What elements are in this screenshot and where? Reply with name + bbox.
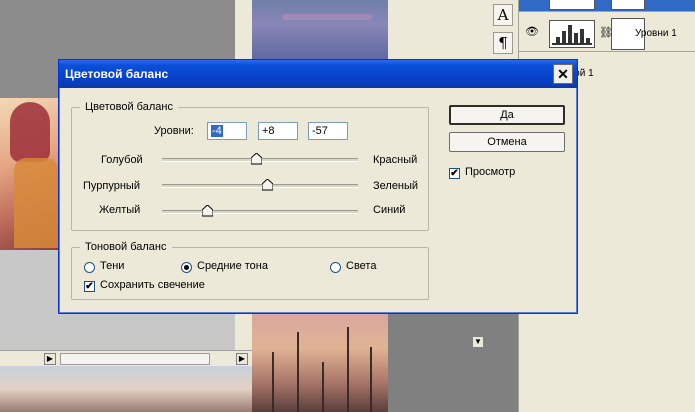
document-vertical-scrollbar-lower[interactable]: ▼: [235, 314, 484, 350]
tone-balance-group: Тоновой баланс: [71, 241, 429, 300]
layer-row-levels[interactable]: 👁 ⛓ Уровни 1: [519, 14, 695, 52]
shadows-radio[interactable]: [84, 262, 95, 273]
shadows-label: Тени: [100, 260, 125, 272]
scroll-thumb[interactable]: [60, 353, 210, 365]
image-figure-coat: [14, 158, 58, 248]
slider-right-label-blue: Синий: [373, 204, 406, 216]
scroll-right-arrow-icon[interactable]: ▶: [236, 353, 248, 365]
ok-button[interactable]: Да: [449, 105, 565, 125]
level-yellow-blue-input[interactable]: -57: [308, 122, 348, 140]
image-figure-hair: [10, 102, 50, 162]
color-balance-dialog: Цветовой баланс ✕ Цветовой баланс Уровни…: [58, 59, 578, 314]
adjustment-thumbnail: [549, 0, 595, 10]
slider-thumb[interactable]: [261, 179, 273, 191]
grass-stalk: [322, 362, 324, 412]
slider-track: [162, 184, 358, 188]
preserve-luminosity-label: Сохранить свечение: [100, 279, 205, 291]
preserve-luminosity-checkbox[interactable]: ✔: [84, 281, 95, 292]
text-tool-button[interactable]: A: [493, 4, 513, 26]
cyan-red-slider[interactable]: [162, 153, 358, 167]
grass-stalk: [347, 327, 349, 412]
layer-row-selected[interactable]: [519, 0, 695, 12]
cloud-streak: [282, 14, 372, 20]
levels-histogram-icon: [549, 20, 595, 48]
slider-left-label-cyan: Голубой: [101, 154, 143, 166]
grass-stalk: [297, 332, 299, 412]
slider-thumb[interactable]: [250, 153, 262, 165]
level-cyan-red-input[interactable]: -4: [207, 122, 247, 140]
levels-label: Уровни:: [154, 125, 194, 137]
close-icon[interactable]: ✕: [553, 64, 573, 84]
level-magenta-green-input[interactable]: +8: [258, 122, 298, 140]
eye-icon[interactable]: 👁: [525, 26, 539, 38]
grass-stalk: [370, 347, 372, 412]
dialog-titlebar[interactable]: Цветовой баланс ✕: [59, 60, 577, 88]
preview-label: Просмотр: [465, 166, 516, 178]
document-horizontal-scrollbar[interactable]: ▶ ▶: [0, 350, 252, 366]
cancel-button[interactable]: Отмена: [449, 132, 565, 152]
preview-checkbox[interactable]: ✔: [449, 168, 460, 179]
mask-thumbnail: [611, 0, 645, 10]
slider-left-label-yellow: Желтый: [99, 204, 141, 216]
highlights-label: Света: [346, 260, 377, 272]
midtones-radio[interactable]: [181, 262, 192, 273]
grass-stalk: [272, 352, 274, 412]
document-ruler-strip: [388, 0, 488, 60]
midtones-label: Средние тона: [197, 260, 268, 272]
scroll-down-arrow-icon[interactable]: ▼: [472, 336, 484, 348]
character-palette: A ¶: [488, 0, 518, 60]
highlights-radio[interactable]: [330, 262, 341, 273]
document-image-top: [252, 0, 388, 60]
document-image-strip: [0, 366, 252, 412]
slider-right-label-red: Красный: [373, 154, 418, 166]
slider-thumb[interactable]: [201, 205, 213, 217]
slider-right-label-green: Зеленый: [373, 180, 419, 192]
color-balance-legend: Цветовой баланс: [80, 101, 178, 113]
magenta-green-slider[interactable]: [162, 179, 358, 193]
slider-left-label-magenta: Пурпурный: [83, 180, 140, 192]
document-image-portrait: [0, 98, 62, 250]
dialog-title: Цветовой баланс: [65, 67, 169, 81]
layer-name: Уровни 1: [635, 28, 677, 39]
tone-balance-legend: Тоновой баланс: [80, 241, 172, 253]
scroll-right-arrow-icon[interactable]: ▶: [44, 353, 56, 365]
slider-track: [162, 210, 358, 214]
paragraph-button[interactable]: ¶: [493, 32, 513, 54]
yellow-blue-slider[interactable]: [162, 205, 358, 219]
document-vertical-scrollbar[interactable]: ▲: [235, 0, 484, 60]
document-image-sunset: [252, 314, 388, 412]
